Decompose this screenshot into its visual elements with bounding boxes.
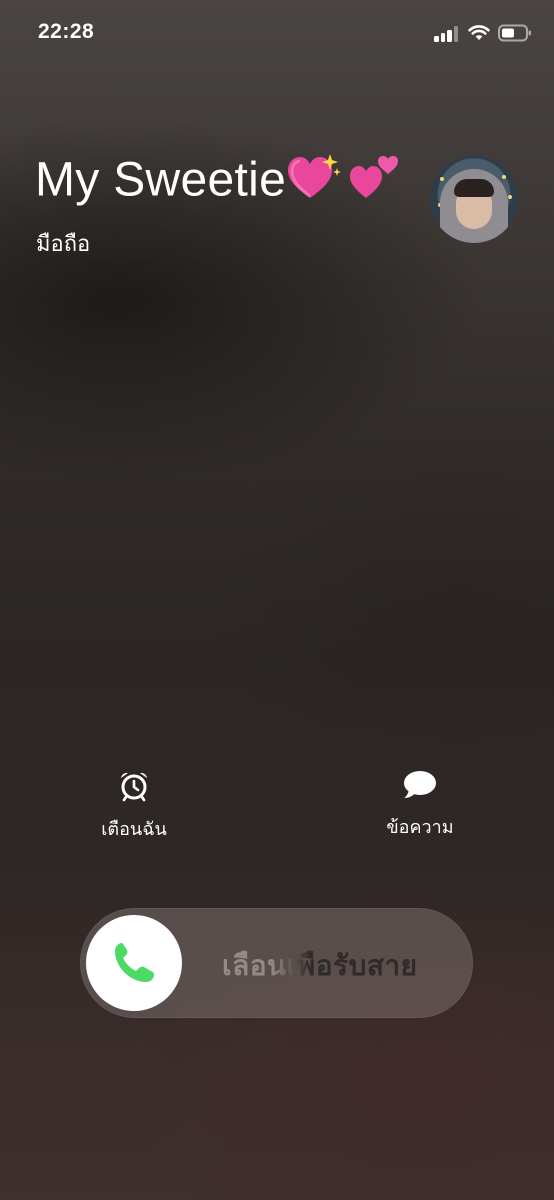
caller-phone-type: มือถือ bbox=[36, 231, 91, 256]
two-hearts-emoji bbox=[348, 152, 400, 214]
wifi-icon bbox=[468, 25, 490, 40]
remind-me-button[interactable]: เตือนฉัน bbox=[90, 770, 178, 843]
caller-name: My Sweetie bbox=[35, 152, 400, 214]
message-label: ข้อความ bbox=[386, 817, 454, 837]
alarm-clock-icon bbox=[121, 772, 147, 802]
remind-me-label: เตือนฉัน bbox=[101, 819, 167, 839]
slide-to-answer[interactable]: เลื่อนเพื่อรับสาย bbox=[80, 908, 473, 1018]
phone-icon bbox=[115, 943, 154, 982]
battery-icon bbox=[498, 24, 531, 42]
contact-avatar bbox=[430, 155, 518, 243]
sparkling-heart-emoji bbox=[286, 152, 344, 214]
cellular-signal-icon bbox=[434, 26, 462, 42]
message-bubble-icon bbox=[404, 771, 436, 798]
caller-name-text: My Sweetie bbox=[35, 153, 287, 207]
answer-knob[interactable] bbox=[86, 915, 182, 1011]
message-button[interactable]: ข้อความ bbox=[376, 770, 464, 841]
status-time: 22:28 bbox=[38, 20, 95, 43]
status-bar: 22:28 bbox=[0, 0, 554, 70]
slide-to-answer-label: เลื่อนเพื่อรับสาย bbox=[222, 950, 418, 981]
